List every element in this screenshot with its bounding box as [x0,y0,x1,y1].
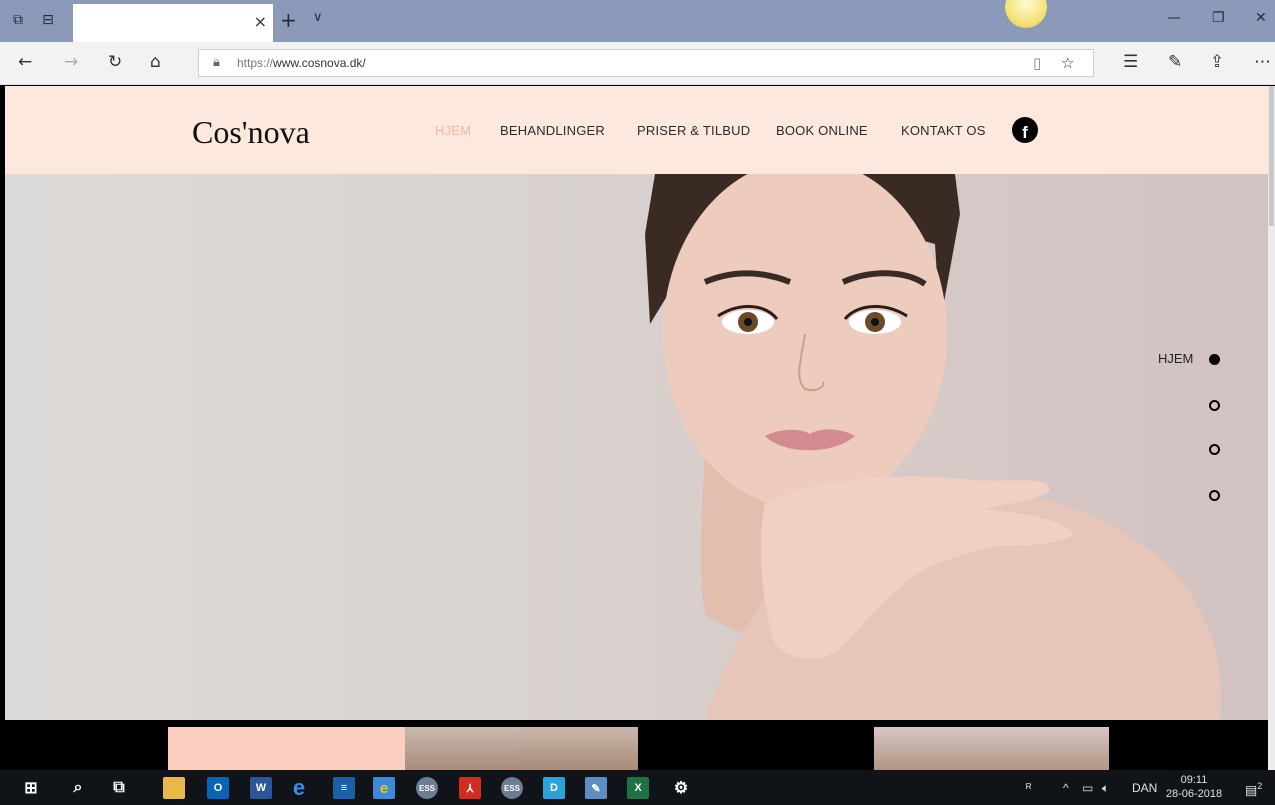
acrobat-icon[interactable]: ⅄ [459,777,481,799]
browser-toolbar: ← → ↻ ⌂ 🔒︎ https://www.cosnova.dk/ ▯ ☆ ☰… [0,42,1275,85]
section-dot-2[interactable] [1209,400,1220,411]
edge-icon[interactable]: e [288,775,310,800]
clock-time: 09:11 [1180,774,1208,786]
section-dot-4[interactable] [1209,490,1220,501]
tab-close-icon[interactable]: × [254,12,267,31]
address-url[interactable]: https://www.cosnova.dk/ [237,56,366,70]
notification-count: 2 [1257,781,1263,791]
volume-icon[interactable]: 🔈︎ [1102,781,1109,796]
app-photo-icon[interactable]: D [543,777,565,799]
file-explorer-icon[interactable] [163,777,185,799]
back-icon[interactable]: ← [18,52,32,72]
home-icon[interactable]: ⌂ [150,52,161,72]
taskbar-clock[interactable]: 09:11 28-06-2018 [1164,773,1224,801]
section-dot-3[interactable] [1209,444,1220,455]
app-notes-icon[interactable]: ✎ [585,777,607,799]
share-icon[interactable]: ⇪ [1210,52,1224,72]
windows-taskbar: ⊞ ⌕ ⧉ O W e ≡ e ESS ⅄ ESS D ✎ X ⚙ ᴿ ^ ▭ … [0,770,1275,805]
scrollbar-thumb[interactable] [1269,86,1274,226]
hero-image [5,174,1268,720]
gallery-strip [5,720,1268,770]
minimize-icon[interactable]: — [1167,10,1181,26]
outlook-icon[interactable]: O [207,777,229,799]
set-aside-tabs-icon[interactable]: ⊟ [33,6,63,34]
app-blue-icon[interactable]: ≡ [333,777,355,799]
nav-priser-tilbud[interactable]: PRISER & TILBUD [637,123,750,138]
show-hidden-icons-icon[interactable]: ^ [1063,781,1069,795]
page-scrollbar[interactable] [1268,86,1275,770]
action-center-icon[interactable]: ▤2 [1245,781,1262,798]
sun-decoration [1005,0,1047,28]
excel-icon[interactable]: X [627,777,649,799]
restore-icon[interactable]: ❐ [1212,10,1225,26]
nav-book-online[interactable]: BOOK ONLINE [776,123,868,138]
people-icon[interactable]: ᴿ [1026,781,1031,795]
clock-date: 28-06-2018 [1165,788,1223,800]
more-icon[interactable]: ⋯ [1254,52,1271,72]
nav-behandlinger[interactable]: BEHANDLINGER [500,123,605,138]
word-icon[interactable]: W [250,777,272,799]
refresh-icon[interactable]: ↻ [108,52,122,72]
reading-view-icon[interactable]: ▯ [1033,54,1041,72]
lock-icon: 🔒︎ [213,55,220,70]
new-tab-button[interactable]: + [280,8,297,32]
woman-portrait-illustration [645,174,1222,720]
web-page: Cos'nova HJEM BEHANDLINGER PRISER & TILB… [5,86,1268,770]
browser-titlebar: ⧉ ⊟ × + ∨ — ❐ ✕ [0,0,1275,42]
gallery-thumb[interactable] [168,727,405,770]
favorites-list-icon[interactable]: ☰ [1123,52,1138,72]
pen-icon[interactable]: ✎ [1168,52,1182,72]
gallery-thumb[interactable] [518,727,638,770]
internet-explorer-icon[interactable]: e [373,777,395,799]
site-header: Cos'nova HJEM BEHANDLINGER PRISER & TILB… [5,86,1268,174]
gallery-thumb[interactable] [405,727,518,770]
task-view-icon[interactable]: ⧉ [108,777,130,799]
facebook-icon[interactable]: f [1012,117,1038,143]
address-bar[interactable]: 🔒︎ https://www.cosnova.dk/ ▯ ☆ [198,49,1094,77]
start-icon[interactable]: ⊞ [20,777,42,799]
nav-kontakt-os[interactable]: KONTAKT OS [901,123,986,138]
gallery-thumb[interactable] [874,727,1109,770]
section-dot-1[interactable] [1209,354,1220,365]
tab-preview-icon[interactable]: ⧉ [3,6,33,34]
nav-hjem[interactable]: HJEM [435,123,471,138]
section-label-hjem: HJEM [1158,351,1194,366]
close-icon[interactable]: ✕ [1255,10,1267,26]
input-language[interactable]: DAN [1132,781,1157,795]
settings-icon[interactable]: ⚙ [670,777,692,799]
site-logo[interactable]: Cos'nova [192,114,310,151]
tab-list-chevron-icon[interactable]: ∨ [313,10,323,25]
forward-icon[interactable]: → [64,52,78,72]
favorite-star-icon[interactable]: ☆ [1061,54,1074,72]
browser-tab-active[interactable]: × [73,4,273,42]
network-icon[interactable]: ▭ [1082,781,1093,795]
search-icon[interactable]: ⌕ [67,777,89,799]
ess-icon[interactable]: ESS [416,777,438,799]
ess-icon-2[interactable]: ESS [501,777,523,799]
